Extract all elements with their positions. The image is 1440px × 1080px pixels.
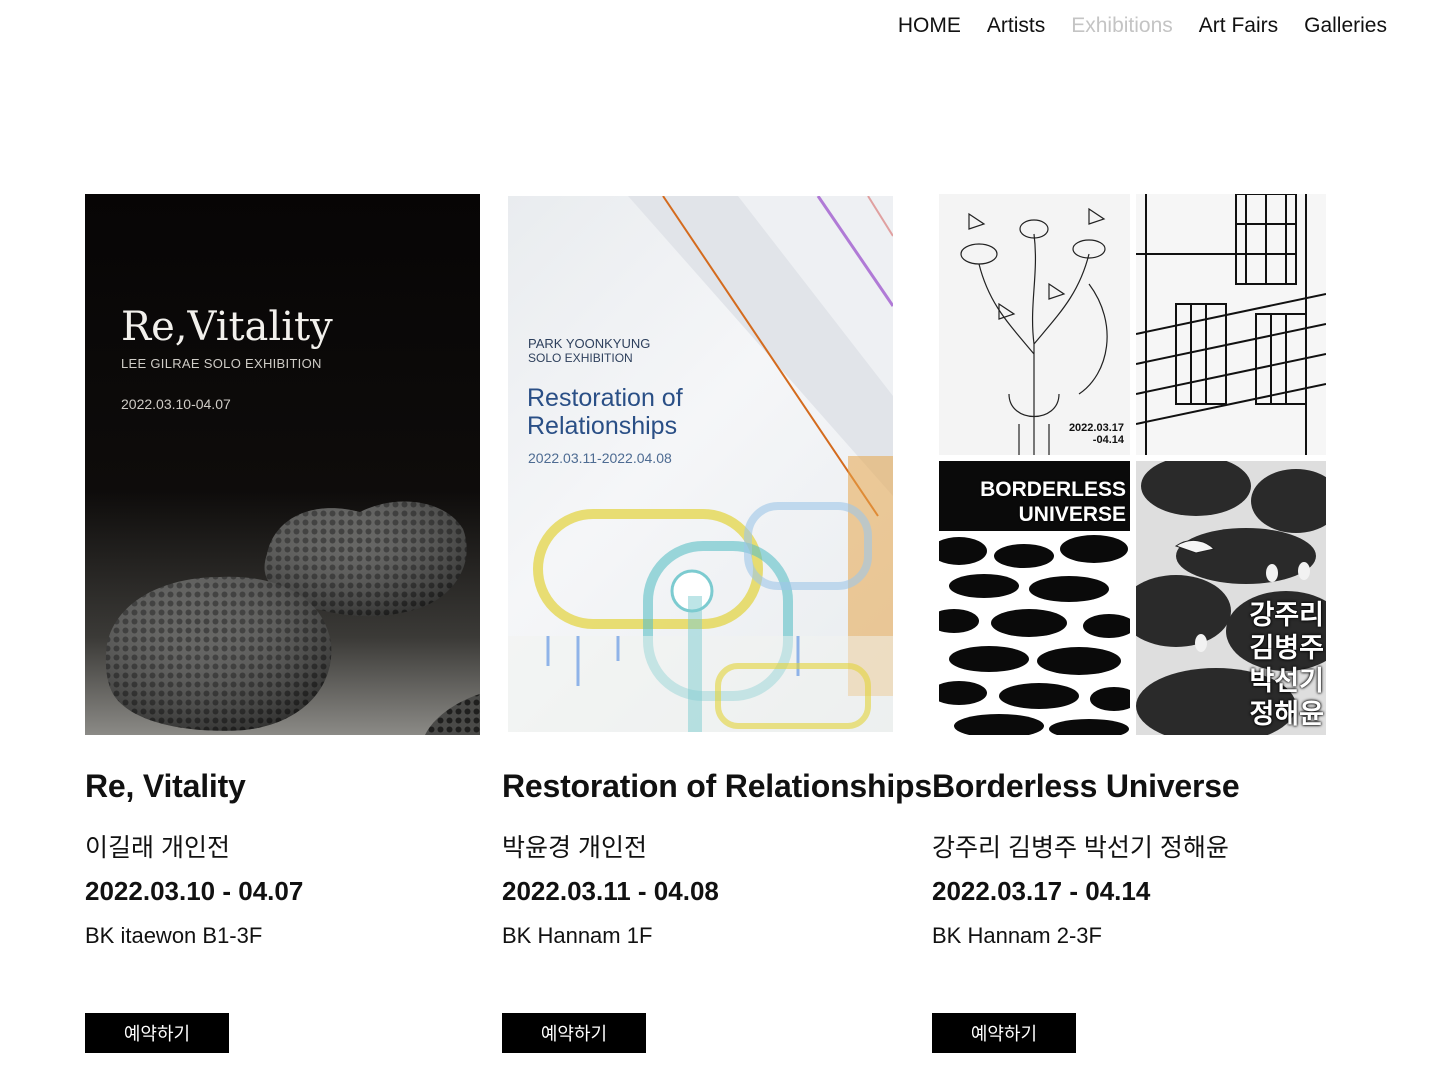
- poster-panel-architecture: [1136, 194, 1326, 455]
- poster-image[interactable]: Re,Vitality LEE GILRAE SOLO EXHIBITION 2…: [85, 194, 480, 735]
- poster-date: 2022.03.17 -04.14: [1068, 422, 1124, 446]
- poster-panel-botanical: 2022.03.17 -04.14: [939, 194, 1130, 455]
- nav-home[interactable]: HOME: [898, 14, 961, 38]
- reserve-button[interactable]: 예약하기: [932, 1013, 1076, 1053]
- exhibition-title[interactable]: Borderless Universe: [932, 768, 1240, 805]
- poster-panel-ink: BORDERLESS UNIVERSE: [939, 461, 1130, 735]
- poster-label: SOLO EXHIBITION: [528, 351, 633, 365]
- poster-artist: PARK YOONKYUNG: [528, 336, 651, 351]
- poster-image[interactable]: 2022.03.17 -04.14 BORDERLESS UNIVERSE 강주…: [939, 194, 1326, 735]
- nav-artists[interactable]: Artists: [987, 14, 1045, 38]
- nav-art-fairs[interactable]: Art Fairs: [1199, 14, 1278, 38]
- nav-exhibitions[interactable]: Exhibitions: [1071, 14, 1173, 38]
- exhibition-card-re-vitality: Re,Vitality LEE GILRAE SOLO EXHIBITION 2…: [85, 194, 480, 1053]
- botanical-illustration: [960, 207, 1108, 455]
- exhibition-venue: BK itaewon B1-3F: [85, 923, 263, 948]
- main-nav: HOME Artists Exhibitions Art Fairs Galle…: [898, 12, 1387, 40]
- exhibition-dates: 2022.03.11 - 04.08: [502, 876, 719, 906]
- poster-artist-names: 강주리 김병주 박선기 정해윤: [1249, 600, 1324, 730]
- exhibition-card-borderless: 2022.03.17 -04.14 BORDERLESS UNIVERSE 강주…: [932, 194, 1326, 1053]
- exhibition-dates: 2022.03.17 - 04.14: [932, 876, 1151, 906]
- exhibition-title[interactable]: Re, Vitality: [85, 768, 246, 805]
- poster-title: BORDERLESS UNIVERSE: [980, 478, 1126, 526]
- poster-date: 2022.03.11-2022.04.08: [528, 450, 672, 466]
- poster-title-line2: Relationships: [527, 412, 678, 440]
- exhibition-card-restoration: PARK YOONKYUNG SOLO EXHIBITION Restorati…: [502, 194, 932, 1053]
- exhibition-subtitle: 강주리 김병주 박선기 정해윤: [932, 834, 1229, 862]
- poster-image[interactable]: PARK YOONKYUNG SOLO EXHIBITION Restorati…: [508, 196, 893, 732]
- exhibition-venue: BK Hannam 2-3F: [932, 923, 1102, 948]
- reserve-button[interactable]: 예약하기: [502, 1013, 646, 1053]
- poster-title-line1: Restoration of: [527, 384, 683, 412]
- exhibition-subtitle: 이길래 개인전: [85, 834, 230, 862]
- nav-galleries[interactable]: Galleries: [1304, 14, 1387, 38]
- exhibition-title[interactable]: Restoration of Relationships: [502, 768, 932, 805]
- sculpture-illustration: [105, 501, 480, 735]
- reserve-button[interactable]: 예약하기: [85, 1013, 229, 1053]
- exhibition-subtitle: 박윤경 개인전: [502, 834, 647, 862]
- poster-panel-stones: 강주리 김병주 박선기 정해윤: [1136, 461, 1326, 735]
- architecture-illustration: [1136, 194, 1326, 455]
- exhibition-venue: BK Hannam 1F: [502, 923, 653, 948]
- exhibition-dates: 2022.03.10 - 04.07: [85, 876, 304, 906]
